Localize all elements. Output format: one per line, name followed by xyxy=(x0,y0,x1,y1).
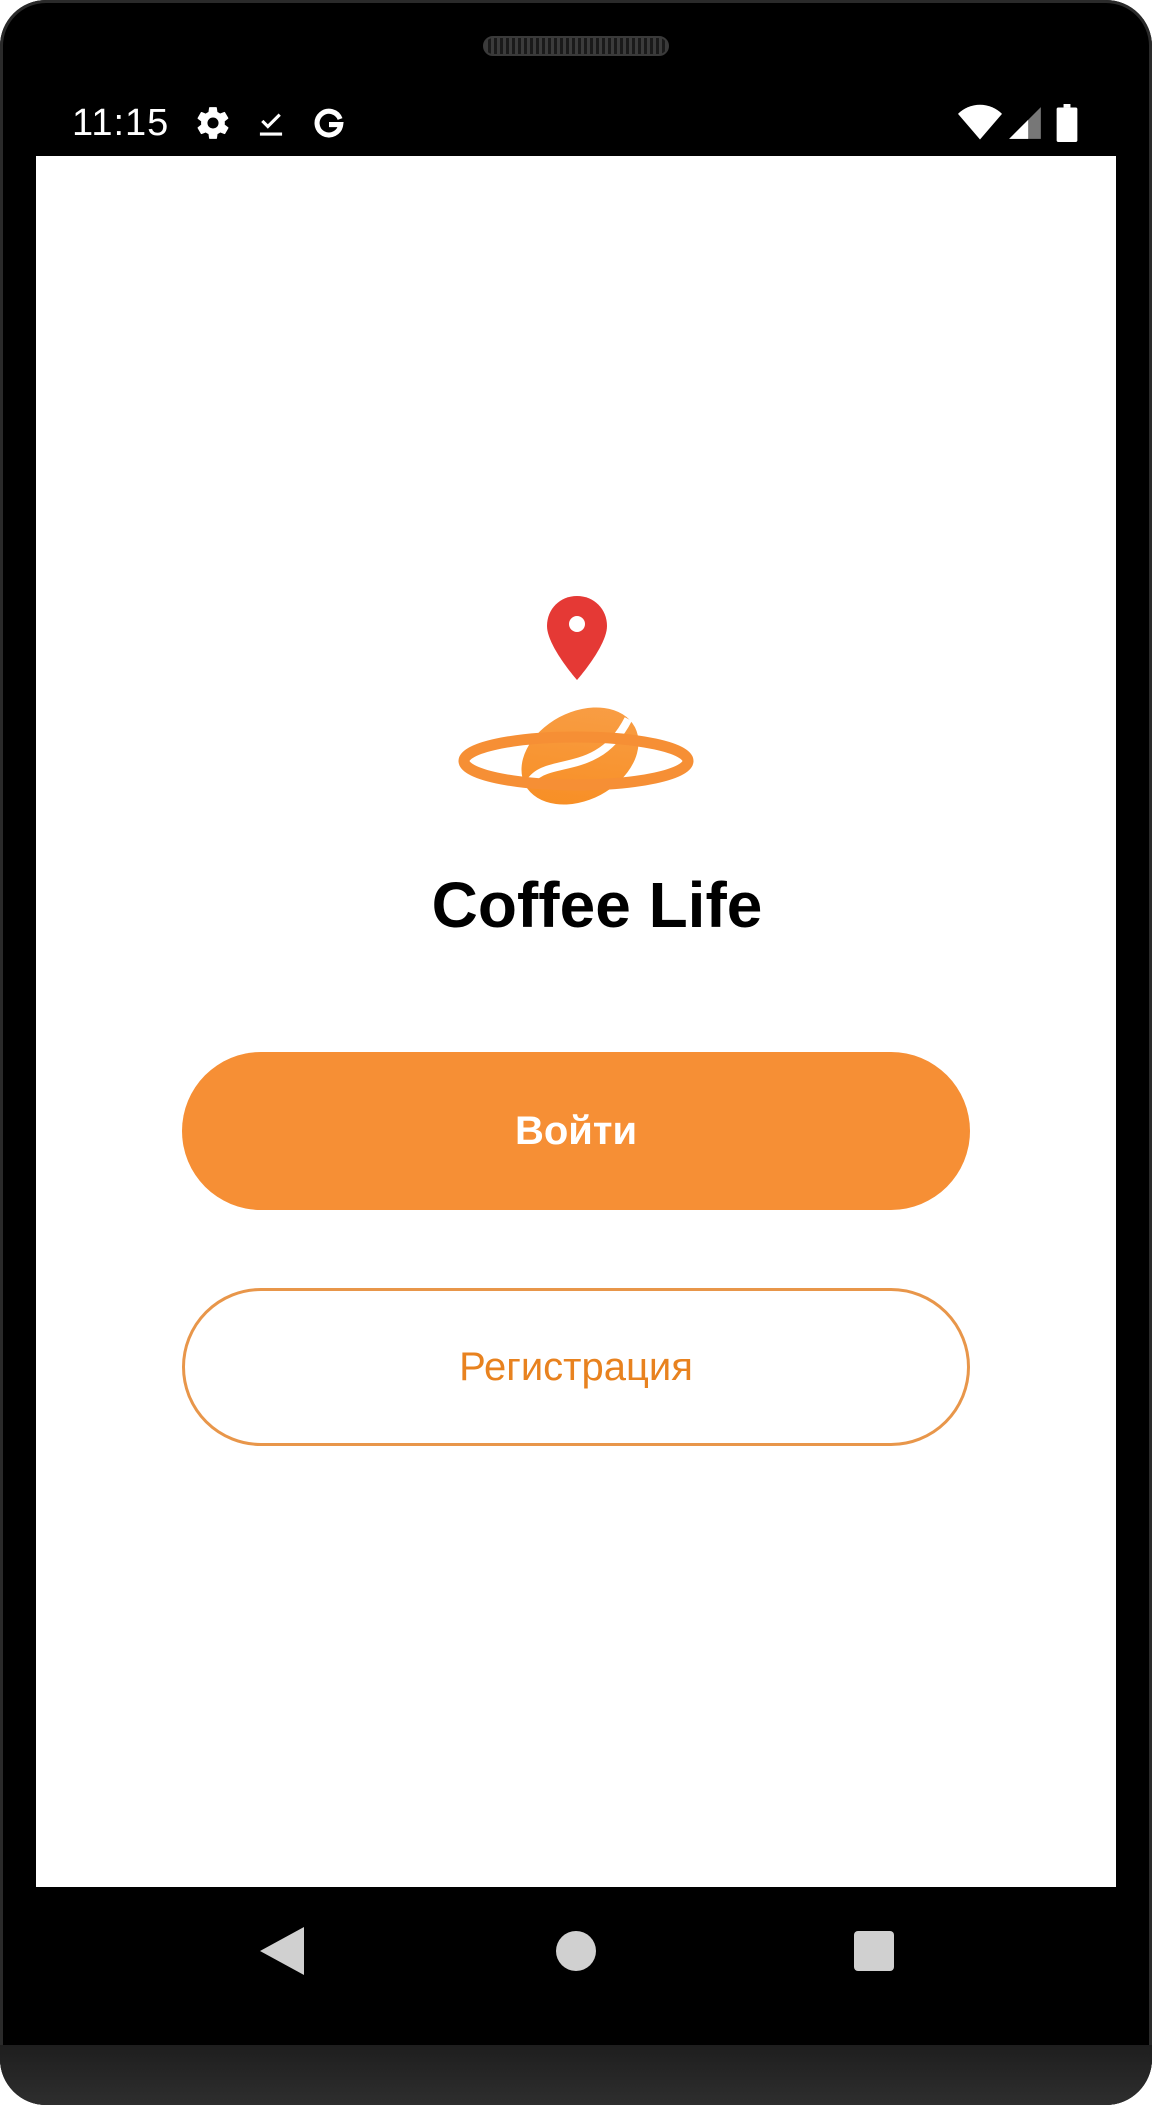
register-button[interactable]: Регистрация xyxy=(182,1288,970,1446)
status-time: 11:15 xyxy=(72,102,170,144)
app-title: Coffee Life xyxy=(431,869,763,941)
device-bottom-bezel xyxy=(0,2045,1152,2105)
status-bar: 11:15 xyxy=(36,96,1116,152)
battery-icon xyxy=(1056,104,1082,142)
app-logo xyxy=(458,596,698,836)
google-icon xyxy=(310,104,348,142)
login-button-label: Войти xyxy=(514,1108,638,1153)
home-icon[interactable] xyxy=(546,1921,606,1981)
login-button[interactable]: Войти xyxy=(182,1052,970,1210)
coffee-bean-icon xyxy=(521,707,639,805)
settings-icon xyxy=(194,104,232,142)
recents-icon[interactable] xyxy=(844,1921,904,1981)
location-pin-icon xyxy=(547,596,607,680)
device-frame: 11:15 Coffee Life Войти Регистрация xyxy=(0,0,1152,2105)
wifi-icon xyxy=(958,104,1002,142)
register-button-label: Регистрация xyxy=(459,1344,693,1389)
cellular-signal-icon xyxy=(1006,104,1044,142)
navigation-bar xyxy=(36,1887,1116,2013)
download-done-icon xyxy=(252,104,290,142)
app-screen: Coffee Life Войти Регистрация xyxy=(36,156,1116,1887)
back-icon[interactable] xyxy=(252,1921,312,1981)
speaker-grille xyxy=(483,36,669,56)
